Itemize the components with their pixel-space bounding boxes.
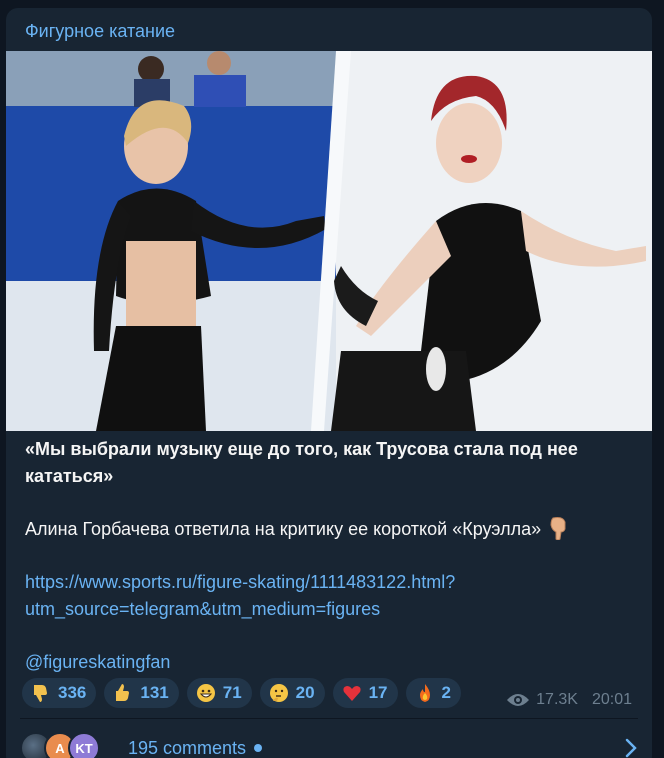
unread-dot	[254, 744, 263, 752]
comments-count-label: 195 comments	[128, 737, 247, 758]
chevron-right-icon	[625, 738, 637, 758]
reaction-thumbs-up[interactable]: 131	[104, 678, 179, 708]
reaction-heart[interactable]: 17	[332, 678, 398, 708]
backhand-index-pointing-down-icon	[550, 517, 566, 540]
eye-icon	[507, 694, 530, 706]
post-body-text: Алина Горбачева ответила на критику ее к…	[25, 519, 542, 539]
post-time: 20:01	[591, 691, 632, 708]
reaction-count: 336	[58, 683, 87, 702]
thinking-face-icon	[268, 682, 290, 704]
red-heart-icon	[341, 682, 363, 704]
post-body: Алина Горбачева ответила на критику ее к…	[25, 516, 637, 543]
post-photo[interactable]	[6, 51, 652, 431]
thumbs-up-icon	[112, 682, 134, 704]
reaction-count: 17	[368, 683, 388, 702]
channel-post: Фигурное катание «Мы выбрали музыку еще …	[6, 8, 652, 758]
divider	[20, 718, 638, 719]
reaction-thinking[interactable]: 20	[259, 678, 325, 708]
post-url-line-2[interactable]: utm_source=telegram&utm_medium=figures	[25, 596, 637, 623]
post-text: «Мы выбрали музыку еще до того, как Трус…	[25, 436, 637, 676]
view-count: 17.3K	[536, 691, 578, 708]
thumbs-down-icon	[30, 682, 52, 704]
grinning-face-icon	[195, 682, 217, 704]
reaction-count: 71	[222, 683, 242, 702]
post-url-line-1[interactable]: https://www.sports.ru/figure-skating/111…	[25, 569, 637, 596]
reaction-grinning[interactable]: 71	[186, 678, 252, 708]
fire-icon	[414, 682, 436, 704]
comments-button[interactable]: A KT 195 comments	[20, 730, 638, 758]
reaction-count: 131	[140, 683, 169, 702]
reaction-thumbs-down[interactable]: 336	[22, 678, 97, 708]
post-meta: 17.3K 20:01	[506, 691, 632, 709]
reactions-bar: 336 131 71 20 17 2	[22, 678, 461, 708]
post-headline: «Мы выбрали музыку еще до того, как Трус…	[25, 439, 578, 486]
channel-name[interactable]: Фигурное катание	[25, 21, 175, 42]
post-photo-image	[6, 51, 652, 431]
avatar: KT	[68, 732, 100, 758]
reaction-count: 20	[295, 683, 315, 702]
commenter-avatars: A KT	[20, 732, 122, 758]
reaction-fire[interactable]: 2	[405, 678, 461, 708]
channel-mention-link[interactable]: @figureskatingfan	[25, 649, 637, 676]
reaction-count: 2	[441, 683, 451, 702]
